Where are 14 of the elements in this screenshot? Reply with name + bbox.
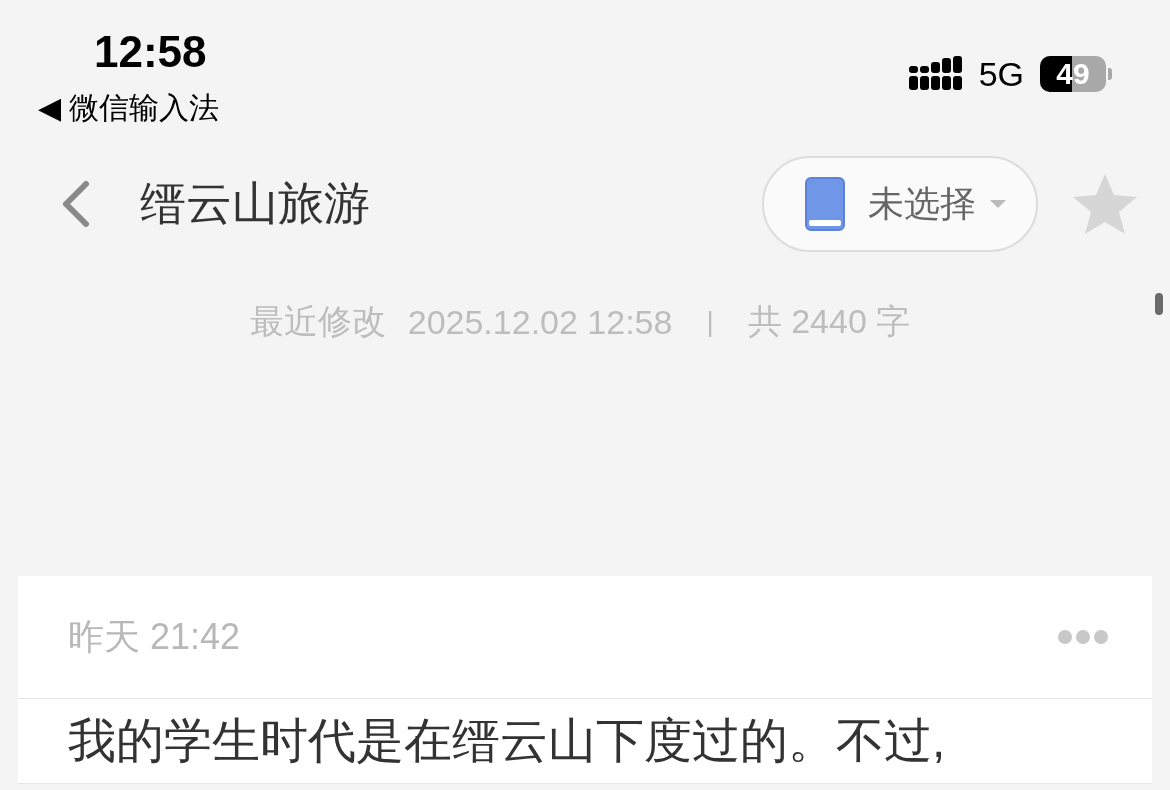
scroll-indicator <box>1155 293 1163 315</box>
status-time: 12:58 <box>94 26 208 78</box>
more-icon[interactable] <box>1058 630 1108 644</box>
notebook-selector[interactable]: 未选择 <box>762 156 1038 252</box>
star-icon[interactable] <box>1072 173 1138 235</box>
entry-text: 我的学生时代是在缙云山下度过的。不过, <box>68 714 946 767</box>
network-label: 5G <box>978 54 1024 94</box>
back-to-app-link[interactable]: ◀ 微信输入法 <box>38 86 220 130</box>
caret-icon <box>990 199 1006 209</box>
book-icon <box>804 176 846 232</box>
separator-text: | <box>706 306 714 338</box>
signal-icon <box>908 56 963 92</box>
entry-time: 昨天 21:42 <box>68 614 241 659</box>
note-title: 缙云山旅游 <box>140 176 370 231</box>
